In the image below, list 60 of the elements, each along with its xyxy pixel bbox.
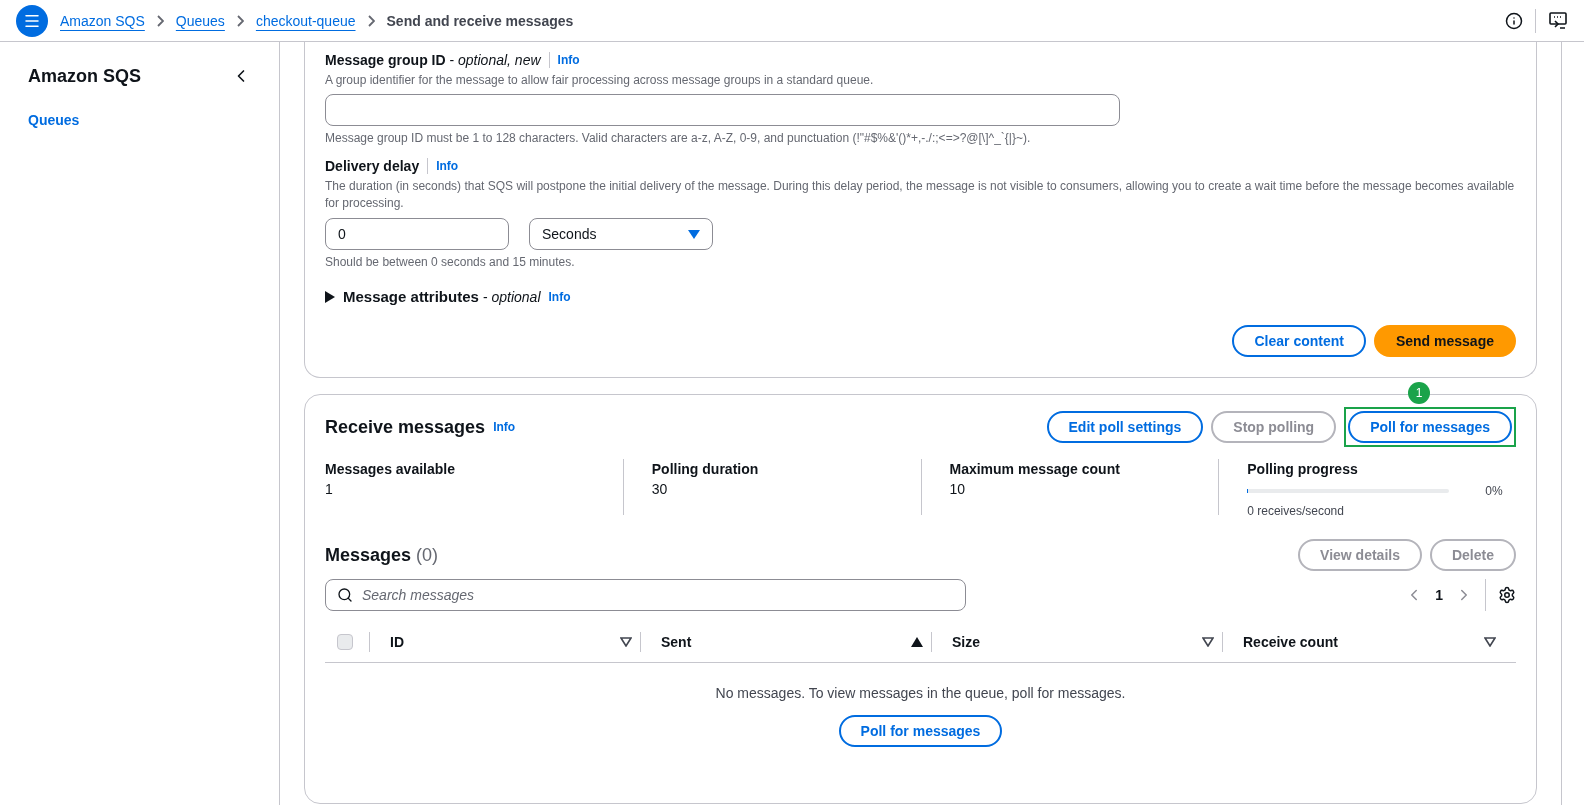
breadcrumb-current: Send and receive messages <box>386 11 574 31</box>
chevron-right-icon <box>236 14 244 27</box>
section-title: Messages (0) <box>325 543 439 567</box>
select-all-checkbox[interactable] <box>337 634 353 650</box>
info-link[interactable]: Info <box>557 52 580 68</box>
column-header[interactable]: Receive count <box>1243 632 1484 652</box>
field-description: The duration (in seconds) that SQS will postpone the initial delivery of the message. During this delay period, the message is not visible to consumers, allowing you to create a wait time before the message becomes available for processing. <box>325 178 1516 212</box>
input-field[interactable] <box>325 94 1120 126</box>
field-constraint: Message group ID must be 1 to 128 characters. Valid characters are a-z, A-Z, 0-9, and punctuation (!"#$%&'()*+,-./:;<=>?@[\]^_`{|}~). <box>325 130 1032 146</box>
secondary-button[interactable]: Clear content <box>1232 324 1366 357</box>
section-title: Receive messages <box>325 415 486 439</box>
menu-button[interactable] <box>16 4 48 37</box>
info-link[interactable]: Info <box>493 418 516 435</box>
page-number[interactable]: 1 <box>1435 584 1443 605</box>
input-field[interactable]: 0 <box>325 218 509 250</box>
section-qualifier: - optional <box>482 288 541 308</box>
secondary-button[interactable]: Poll for messages <box>838 714 1003 747</box>
chevron-right-icon <box>156 14 164 27</box>
stat-value: 1 <box>325 479 334 499</box>
step-badge: 1 <box>1408 381 1431 404</box>
column-header[interactable]: Sent <box>661 632 911 652</box>
stat-label: Maximum message count <box>949 459 1121 479</box>
sort-icon[interactable] <box>1484 637 1496 647</box>
column-header[interactable]: Size <box>952 632 1202 652</box>
field-label: Delivery delay <box>325 157 420 176</box>
search-field[interactable]: Search messages <box>325 578 966 611</box>
breadcrumb-link[interactable]: checkout-queue <box>255 10 356 31</box>
primary-button[interactable]: Send message <box>1373 324 1516 357</box>
secondary-button[interactable]: Edit poll settings <box>1046 410 1204 443</box>
sort-icon[interactable] <box>620 637 632 647</box>
stat-label: Polling progress <box>1247 459 1359 479</box>
caret-icon <box>325 291 335 304</box>
stat-value: 30 <box>651 479 669 499</box>
column-header[interactable]: ID <box>390 632 620 652</box>
field-description: A group identifier for the message to allow fair processing across message groups in a standard queue. <box>325 72 875 88</box>
field-constraint: Should be between 0 seconds and 15 minutes. <box>325 254 576 270</box>
field-label: Message group ID - optional, new <box>325 51 541 70</box>
stat-label: Polling duration <box>651 459 760 479</box>
progress-rate: 0 receives/second <box>1247 502 1345 519</box>
settings-icon[interactable] <box>1498 585 1516 604</box>
caret-down-icon <box>688 229 700 239</box>
terminal-icon[interactable] <box>1548 10 1568 31</box>
sidebar-item[interactable]: Queues <box>28 110 251 130</box>
progress-percent: 0% <box>1485 482 1503 499</box>
sidebar-title: Amazon SQS <box>28 65 142 88</box>
chevron-right-icon <box>367 14 375 27</box>
secondary-button[interactable]: Poll for messages <box>1348 410 1512 443</box>
sort-icon[interactable] <box>1202 637 1214 647</box>
sort-ascending-icon[interactable] <box>911 637 923 647</box>
unit-select[interactable]: Seconds <box>529 218 713 250</box>
expand-toggle[interactable]: Message attributes <box>325 286 479 309</box>
breadcrumb-link[interactable]: Amazon SQS <box>60 10 145 31</box>
info-link[interactable]: Info <box>548 289 571 306</box>
info-link[interactable]: Info <box>436 158 459 174</box>
breadcrumb-link[interactable]: Queues <box>175 10 225 31</box>
search-icon <box>337 586 353 603</box>
empty-state-text: No messages. To view messages in the queue, poll for messages. <box>715 683 1126 703</box>
stat-value: 10 <box>949 479 967 499</box>
info-icon[interactable] <box>1505 11 1523 30</box>
stat-label: Messages available <box>325 459 456 479</box>
